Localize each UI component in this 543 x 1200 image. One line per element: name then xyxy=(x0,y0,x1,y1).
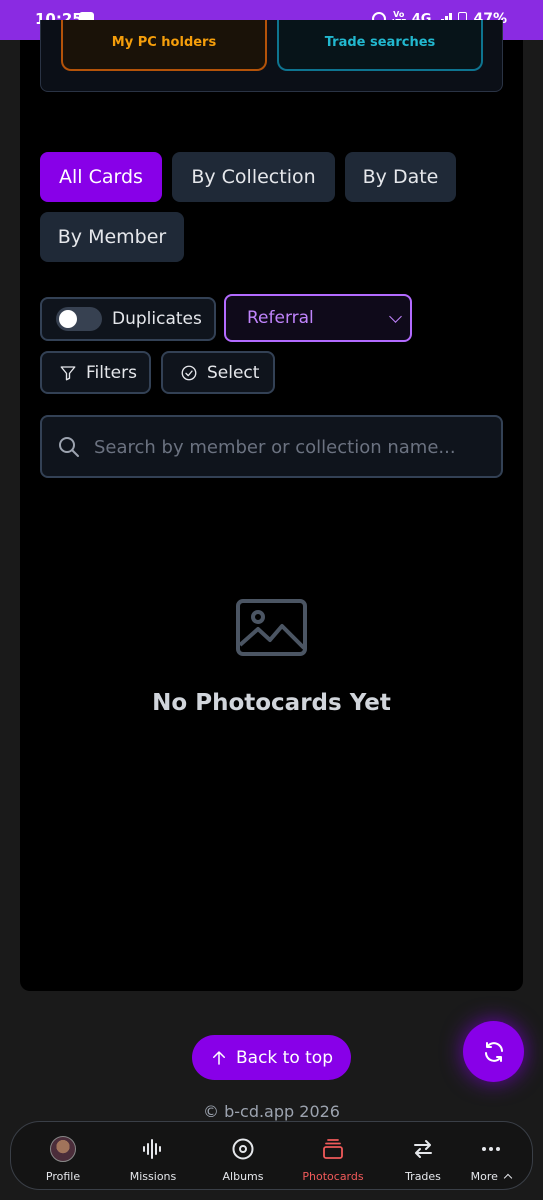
referral-select-value: Referral xyxy=(247,308,314,328)
filter-icon xyxy=(60,365,76,380)
nav-albums-label: Albums xyxy=(222,1170,264,1183)
card-stack-icon xyxy=(323,1139,343,1159)
search-icon xyxy=(59,437,79,457)
chevron-up-icon xyxy=(504,1173,513,1183)
nav-more-label: More xyxy=(470,1170,498,1183)
nav-more-label-wrap: More xyxy=(470,1170,513,1183)
back-to-top-button[interactable]: Back to top xyxy=(192,1035,351,1080)
swap-arrows-icon xyxy=(414,1140,432,1158)
nav-photocards[interactable]: Photocards xyxy=(290,1122,376,1191)
search-input[interactable] xyxy=(92,431,492,463)
tab-by-member[interactable]: By Member xyxy=(40,212,184,262)
tab-all-cards[interactable]: All Cards xyxy=(40,152,162,202)
bottom-navigation: Profile Missions Albums Photocards Trade… xyxy=(10,1121,533,1190)
chevron-down-icon xyxy=(389,310,402,323)
tab-by-collection[interactable]: By Collection xyxy=(172,152,335,202)
waveform-icon xyxy=(143,1139,161,1159)
back-to-top-label: Back to top xyxy=(235,1047,333,1068)
filters-button[interactable]: Filters xyxy=(40,351,151,394)
select-button[interactable]: Select xyxy=(161,351,275,394)
empty-state-title: No Photocards Yet xyxy=(152,690,391,716)
refresh-button[interactable] xyxy=(463,1021,524,1082)
filters-label: Filters xyxy=(86,362,137,383)
arrow-up-icon xyxy=(212,1050,225,1065)
duplicates-toggle[interactable] xyxy=(56,307,102,331)
image-placeholder-icon xyxy=(236,599,307,656)
avatar-icon xyxy=(50,1136,76,1162)
refresh-icon xyxy=(484,1041,503,1062)
nav-missions[interactable]: Missions xyxy=(110,1122,196,1191)
check-circle-icon xyxy=(181,365,197,380)
referral-select[interactable]: Referral xyxy=(224,294,412,342)
duplicates-label: Duplicates xyxy=(112,309,202,329)
nav-missions-label: Missions xyxy=(129,1170,177,1183)
nav-profile[interactable]: Profile xyxy=(20,1122,106,1191)
disc-icon xyxy=(232,1138,254,1160)
nav-profile-label: Profile xyxy=(45,1170,81,1183)
trade-searches-button[interactable]: Trade searches xyxy=(277,20,483,71)
duplicates-toggle-control[interactable]: Duplicates xyxy=(40,297,216,341)
more-dots-icon xyxy=(482,1147,500,1151)
nav-photocards-label: Photocards xyxy=(302,1170,364,1183)
select-label: Select xyxy=(207,362,260,383)
nav-trades-label: Trades xyxy=(405,1170,441,1183)
search-box[interactable] xyxy=(40,415,503,478)
nav-albums[interactable]: Albums xyxy=(200,1122,286,1191)
pc-holders-button[interactable]: My PC holders xyxy=(61,20,267,71)
nav-more[interactable]: More xyxy=(451,1122,531,1191)
footer-copyright: © b-cd.app 2026 xyxy=(203,1102,340,1121)
tab-by-date[interactable]: By Date xyxy=(345,152,456,202)
